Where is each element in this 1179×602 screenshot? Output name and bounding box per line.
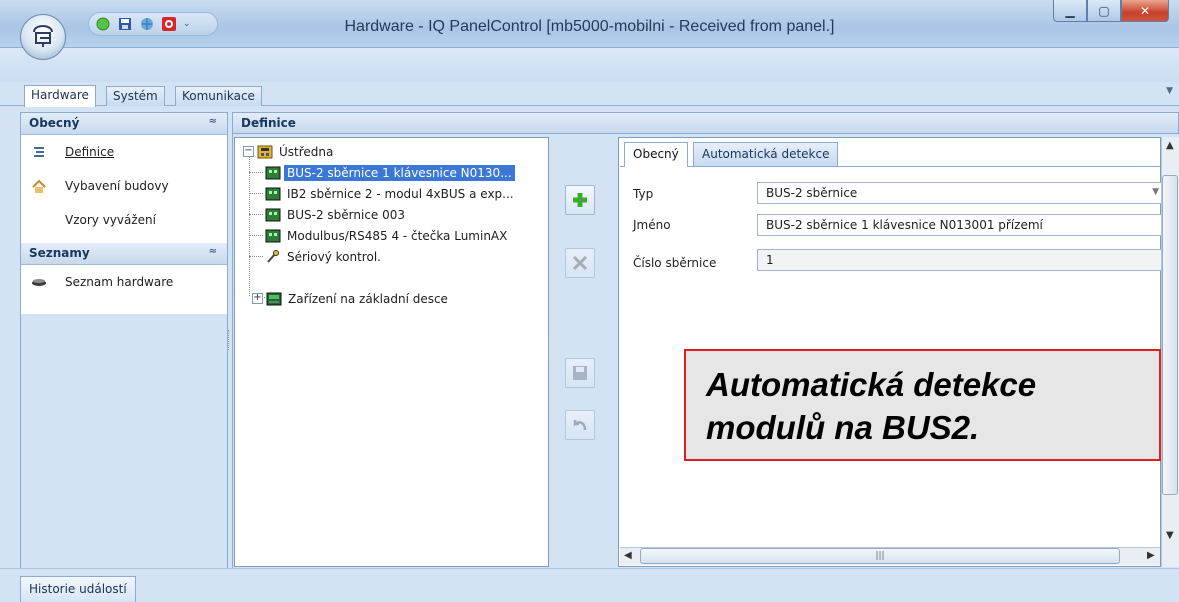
expand-toggle-icon[interactable]: +	[252, 293, 263, 304]
tree-node-label: IB2 sběrnice 2 - modul 4xBUS a exp...	[287, 186, 514, 201]
tree-node-modulbus-4[interactable]: Modulbus/RS485 4 - čtečka LuminAX	[265, 225, 507, 246]
nav-section-title: Obecný	[29, 116, 80, 130]
bus-module-icon	[265, 166, 281, 180]
ribbon-strip	[0, 48, 1179, 82]
tree-node-serial[interactable]: Sériový kontrol.	[265, 246, 381, 267]
window-title: Hardware - IQ PanelControl [mb5000-mobil…	[344, 18, 835, 35]
serial-controller-icon	[265, 249, 281, 264]
tree-node-label: BUS-2 sběrnice 003	[287, 207, 406, 222]
app-window: ⌄ Hardware - IQ PanelControl [mb5000-mob…	[0, 0, 1179, 602]
type-dropdown[interactable]: BUS-2 sběrnice ▼	[757, 182, 1162, 204]
vertical-scroll-thumb[interactable]	[1162, 175, 1178, 495]
nav-item-label: Definice	[65, 145, 115, 159]
collapse-toggle-icon[interactable]: −	[243, 146, 254, 157]
tab-scroll-icon[interactable]: ▼	[1166, 86, 1173, 96]
bus-module-icon	[265, 229, 281, 243]
undo-button[interactable]	[565, 410, 595, 440]
tree-node-ib2-2[interactable]: IB2 sběrnice 2 - modul 4xBUS a exp...	[265, 183, 514, 204]
tree-node-label: Sériový kontrol.	[287, 249, 381, 264]
tree-node-mainboard[interactable]: + Zařízení na základní desce	[252, 288, 448, 309]
add-icon	[573, 193, 587, 207]
delete-button[interactable]	[565, 248, 595, 278]
scroll-up-icon[interactable]: ▲	[1166, 140, 1174, 151]
nav-item-label: Seznam hardware	[65, 275, 174, 289]
app-logo-icon	[33, 24, 53, 47]
collapse-icon[interactable]: ≈	[209, 116, 217, 127]
name-label: Jméno	[633, 218, 671, 232]
tree-node-root[interactable]: − Ústředna	[243, 141, 333, 162]
nav-section-seznamy-header[interactable]: Seznamy ≈	[21, 243, 227, 265]
type-label: Typ	[633, 187, 654, 201]
building-icon	[31, 178, 47, 194]
definition-icon	[31, 144, 47, 160]
add-button[interactable]	[565, 185, 595, 215]
callout-text: Automatická detekce modulů na BUS2.	[706, 363, 1143, 449]
application-menu-button[interactable]	[20, 14, 66, 60]
tab-obecny[interactable]: Obecný	[624, 142, 688, 167]
event-history-button[interactable]: Historie událostí	[20, 576, 136, 602]
hardware-list-icon	[31, 274, 47, 290]
type-value: BUS-2 sběrnice	[766, 186, 858, 200]
undo-icon	[573, 420, 587, 431]
minimize-icon[interactable]: ▁	[1053, 0, 1087, 22]
nav-section-obecny-header[interactable]: Obecný ≈	[21, 113, 227, 135]
status-bar	[0, 568, 1179, 602]
hardware-tree: − Ústředna BUS-2 sběrnice 1 klávesnice N…	[234, 137, 549, 567]
horizontal-scroll-thumb[interactable]: |||	[640, 548, 1120, 564]
title-bar: ⌄ Hardware - IQ PanelControl [mb5000-mob…	[0, 0, 1179, 48]
bus-number-label: Číslo sběrnice	[633, 256, 717, 270]
nav-item-seznam-hardware[interactable]: Seznam hardware	[21, 265, 227, 299]
nav-item-label: Vybavení budovy	[65, 179, 169, 193]
nav-item-label: Vzory vyvážení	[65, 213, 156, 227]
main-tab-strip: Hardware Systém Komunikace	[0, 82, 1179, 107]
name-field[interactable]: BUS-2 sběrnice 1 klávesnice N013001 příz…	[757, 214, 1162, 236]
bus-module-icon	[265, 187, 281, 201]
nav-section-obecny: Definice Vybavení budovy Vzory vyvážení	[21, 135, 227, 243]
tree-node-label: Modulbus/RS485 4 - čtečka LuminAX	[287, 228, 508, 243]
tab-hardware[interactable]: Hardware	[24, 85, 96, 107]
tab-komunikace[interactable]: Komunikace	[175, 86, 262, 107]
nav-empty-area	[21, 314, 227, 568]
window-controls: ▁ ▢ ✕	[1053, 0, 1169, 22]
scroll-right-icon[interactable]: ▶	[1147, 550, 1155, 561]
collapse-icon[interactable]: ≈	[209, 246, 217, 257]
tree-node-label: BUS-2 sběrnice 1 klávesnice N0130...	[284, 164, 515, 181]
callout-box: Automatická detekce modulů na BUS2.	[684, 349, 1161, 461]
maximize-icon[interactable]: ▢	[1087, 0, 1121, 22]
save-button[interactable]	[565, 358, 595, 388]
tab-automaticka-detekce[interactable]: Automatická detekce	[693, 142, 839, 166]
splitter-handle[interactable]	[548, 340, 552, 360]
tree-node-bus2-1[interactable]: BUS-2 sběrnice 1 klávesnice N0130...	[265, 162, 515, 183]
mainboard-icon	[266, 292, 282, 306]
nav-item-definice[interactable]: Definice	[21, 135, 227, 169]
tree-node-bus2-003[interactable]: BUS-2 sběrnice 003	[265, 204, 405, 225]
bus-module-icon	[265, 208, 281, 222]
nav-item-vybaveni-budovy[interactable]: Vybavení budovy	[21, 169, 227, 203]
tree-node-label: Zařízení na základní desce	[288, 291, 448, 306]
nav-item-vzory-vyvazeni[interactable]: Vzory vyvážení	[21, 203, 227, 237]
scroll-left-icon[interactable]: ◀	[624, 550, 632, 561]
bus-number-field[interactable]: 1	[757, 249, 1162, 271]
control-panel-icon	[257, 145, 273, 159]
chevron-down-icon[interactable]: ▼	[1152, 187, 1159, 197]
scroll-down-icon[interactable]: ▼	[1166, 530, 1174, 541]
close-icon[interactable]: ✕	[1121, 0, 1169, 22]
definice-header: Definice	[232, 112, 1179, 134]
callout-line-1: Automatická detekce	[706, 366, 1037, 403]
callout-line-2: modulů na BUS2.	[706, 409, 980, 446]
nav-section-title: Seznamy	[29, 246, 90, 260]
navigation-pane: Obecný ≈ Definice Vybavení budovy Vzory …	[20, 112, 228, 568]
delete-icon	[572, 255, 588, 271]
tab-system[interactable]: Systém	[106, 86, 165, 107]
save-icon	[573, 366, 587, 380]
tree-node-label: Ústředna	[279, 144, 334, 159]
